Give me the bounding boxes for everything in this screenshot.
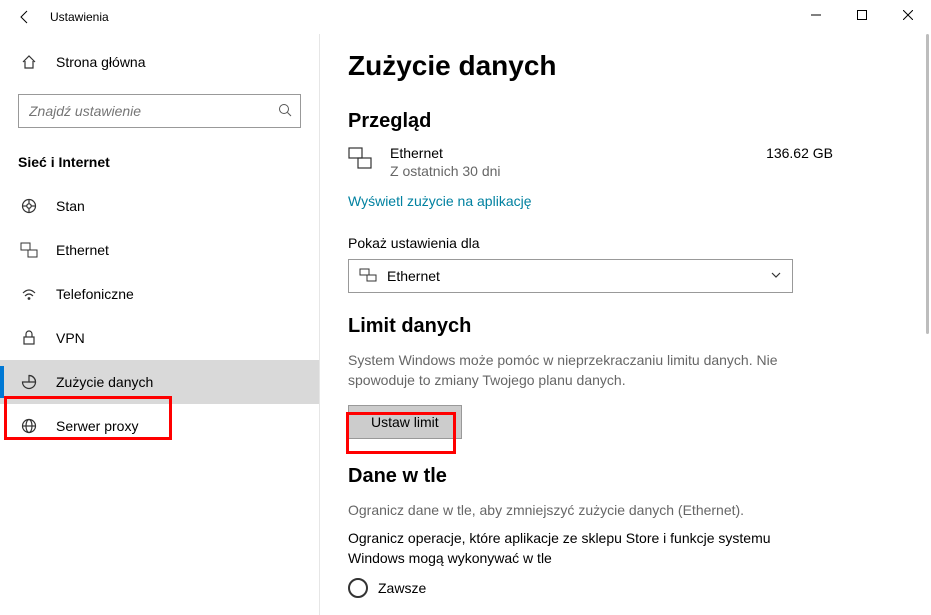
limit-desc: System Windows może pomóc w nieprzekracz… (348, 350, 793, 391)
background-desc: Ogranicz dane w tle, aby zmniejszyć zuży… (348, 500, 893, 520)
background-option-desc: Ogranicz operacje, które aplikacje ze sk… (348, 528, 808, 569)
ethernet-small-icon (359, 268, 377, 285)
background-heading: Dane w tle (348, 465, 893, 488)
usage-amount: 136.62 GB (766, 145, 833, 161)
scrollbar-thumb[interactable] (926, 34, 929, 334)
proxy-icon (20, 418, 38, 434)
ethernet-icon (20, 242, 38, 258)
limit-heading: Limit danych (348, 315, 893, 338)
dialup-icon (20, 286, 38, 302)
search-input[interactable] (29, 103, 278, 119)
home-icon (20, 54, 38, 70)
show-for-label: Pokaż ustawienia dla (348, 235, 893, 251)
set-limit-button[interactable]: Ustaw limit (348, 405, 462, 439)
page-title: Zużycie danych (348, 50, 893, 82)
window-controls (793, 0, 931, 30)
limit-section: Limit danych System Windows może pomóc w… (348, 315, 893, 439)
vpn-icon (20, 330, 38, 346)
maximize-button[interactable] (839, 0, 885, 30)
sidebar-item-label: Ethernet (56, 242, 109, 258)
search-box[interactable] (18, 94, 301, 128)
sidebar-item-label: Zużycie danych (56, 374, 153, 390)
view-usage-link[interactable]: Wyświetl zużycie na aplikację (348, 193, 532, 209)
radio-label: Zawsze (378, 580, 426, 596)
ethernet-overview-icon (348, 147, 372, 172)
radio-always[interactable]: Zawsze (348, 578, 893, 598)
home-link[interactable]: Strona główna (0, 42, 319, 82)
content-area: Zużycie danych Przegląd Ethernet Z ostat… (320, 34, 931, 615)
sidebar-item-proxy[interactable]: Serwer proxy (0, 404, 319, 448)
connection-period: Z ostatnich 30 dni (390, 163, 501, 179)
sidebar-item-ethernet[interactable]: Ethernet (0, 228, 319, 272)
sidebar-item-label: Serwer proxy (56, 418, 138, 434)
radio-icon (348, 578, 368, 598)
sidebar: Strona główna Sieć i Internet Stan Ether… (0, 34, 320, 615)
close-button[interactable] (885, 0, 931, 30)
minimize-button[interactable] (793, 0, 839, 30)
sidebar-item-label: VPN (56, 330, 85, 346)
sidebar-item-data-usage[interactable]: Zużycie danych (0, 360, 319, 404)
chevron-down-icon (770, 268, 782, 284)
titlebar: Ustawienia (0, 0, 931, 34)
connection-name: Ethernet (390, 145, 501, 161)
sidebar-item-status[interactable]: Stan (0, 184, 319, 228)
category-label: Sieć i Internet (0, 146, 319, 184)
scrollbar[interactable] (921, 34, 931, 615)
dropdown-value: Ethernet (387, 268, 440, 284)
sidebar-item-label: Telefoniczne (56, 286, 134, 302)
sidebar-item-dialup[interactable]: Telefoniczne (0, 272, 319, 316)
overview-section: Przegląd Ethernet Z ostatnich 30 dni 136… (348, 110, 893, 209)
sidebar-item-vpn[interactable]: VPN (0, 316, 319, 360)
window-title: Ustawienia (50, 10, 109, 24)
back-button[interactable] (10, 2, 40, 32)
sidebar-item-label: Stan (56, 198, 85, 214)
status-icon (20, 198, 38, 214)
home-label: Strona główna (56, 54, 146, 70)
show-for-dropdown[interactable]: Ethernet (348, 259, 793, 293)
data-usage-icon (20, 374, 38, 390)
search-icon (278, 103, 292, 120)
overview-heading: Przegląd (348, 110, 893, 133)
background-section: Dane w tle Ogranicz dane w tle, aby zmni… (348, 465, 893, 599)
